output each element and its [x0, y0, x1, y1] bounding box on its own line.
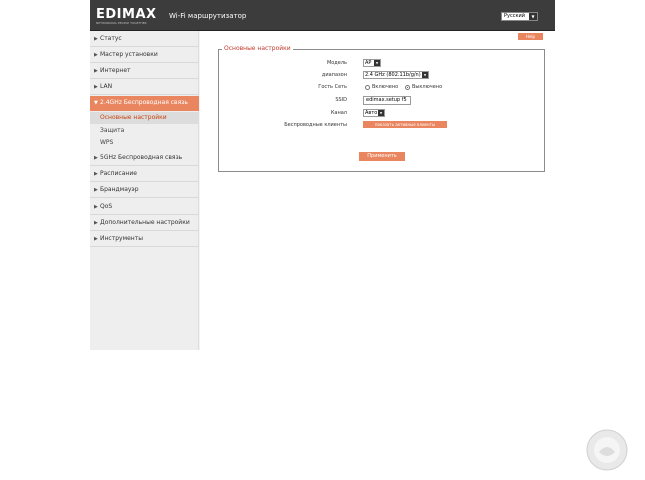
band-label: диапазон	[321, 72, 347, 78]
channel-label: Канал	[330, 110, 347, 116]
channel-value: Авто	[365, 110, 378, 116]
band-value: 2.4 GHz (802.11b/g/n)	[365, 72, 421, 78]
subitem-basic-settings[interactable]: Основные настройки	[90, 112, 199, 124]
sidebar-item-label: 2.4GHz Беспроводная связь	[100, 99, 188, 106]
sidebar-item-qos[interactable]: ▶ QoS	[90, 200, 199, 215]
sidebar-item-label: Брандмауэр	[100, 186, 139, 193]
subitem-security[interactable]: Защита	[90, 125, 199, 137]
sidebar-item-label: Инструменты	[100, 235, 143, 242]
logo-tagline: NETWORKING PEOPLE TOGETHER	[96, 21, 147, 25]
mode-label: Модель	[326, 60, 347, 66]
chevron-right-icon: ▶	[94, 52, 98, 58]
sidebar-item-label: Дополнительные настройки	[100, 219, 190, 226]
sidebar-item-lan[interactable]: ▶ LAN	[90, 80, 199, 95]
help-button[interactable]: Help	[518, 33, 543, 40]
sidebar-item-wireless-5ghz[interactable]: ▶ 5GHz Беспроводная связь	[90, 151, 199, 166]
channel-select[interactable]: Авто ▼	[363, 109, 385, 117]
chevron-right-icon: ▶	[94, 84, 98, 90]
app-title: Wi-Fi маршрутизатор	[169, 12, 247, 20]
content-pane: Help Основные настройки Модель AP ▼ диап…	[200, 31, 555, 350]
chevron-right-icon: ▶	[94, 171, 98, 177]
header-bar: EDIMAX NETWORKING PEOPLE TOGETHER Wi-Fi …	[90, 0, 555, 31]
sidebar-item-wireless-24ghz[interactable]: ▼ 2.4GHz Беспроводная связь	[90, 96, 199, 111]
fieldset-legend: Основные настройки	[222, 45, 293, 52]
show-active-clients-button[interactable]: показать активные клиенты	[363, 121, 447, 128]
sidebar-item-tools[interactable]: ▶ Инструменты	[90, 232, 199, 247]
sidebar-item-label: Статус	[100, 35, 122, 42]
guest-on-radio[interactable]	[365, 85, 370, 90]
sidebar-item-label: LAN	[100, 83, 113, 90]
chevron-down-icon[interactable]: ▼	[529, 13, 537, 20]
sidebar-item-internet[interactable]: ▶ Интернет	[90, 64, 199, 79]
chevron-down-icon: ▼	[422, 72, 428, 78]
sidebar: ▶ Статус ▶ Мастер установки ▶ Интернет ▶…	[90, 31, 199, 350]
chevron-right-icon: ▶	[94, 68, 98, 74]
edimax-logo: EDIMAX NETWORKING PEOPLE TOGETHER	[96, 7, 158, 27]
ssid-input[interactable]: edimax.setup f5	[363, 96, 411, 105]
gecid-watermark-icon	[586, 429, 628, 471]
band-select[interactable]: 2.4 GHz (802.11b/g/n) ▼	[363, 71, 429, 79]
language-select[interactable]: Русский ▼	[501, 12, 538, 21]
guest-on-label: Включено	[372, 84, 399, 90]
sidebar-item-firewall[interactable]: ▶ Брандмауэр	[90, 183, 199, 198]
sidebar-item-label: QoS	[100, 203, 113, 210]
chevron-down-icon: ▼	[378, 110, 384, 116]
wireless-clients-label: Беспроводные клиенты	[284, 122, 347, 128]
subitem-label: Защита	[100, 127, 125, 134]
language-value: Русский	[504, 13, 525, 19]
ssid-label: SSID	[335, 97, 347, 103]
chevron-right-icon: ▶	[94, 155, 98, 161]
chevron-down-icon: ▼	[374, 60, 380, 66]
chevron-right-icon: ▶	[94, 220, 98, 226]
sidebar-item-label: Расписание	[100, 170, 137, 177]
sidebar-item-label: Интернет	[100, 67, 131, 74]
mode-value: AP	[365, 60, 372, 66]
sidebar-item-label: Мастер установки	[100, 51, 158, 58]
chevron-right-icon: ▶	[94, 204, 98, 210]
sidebar-item-setup-wizard[interactable]: ▶ Мастер установки	[90, 48, 199, 63]
guest-network-label: Гость Сеть	[318, 84, 347, 90]
sidebar-item-schedule[interactable]: ▶ Расписание	[90, 167, 199, 182]
chevron-down-icon: ▼	[94, 100, 98, 106]
sidebar-item-label: 5GHz Беспроводная связь	[100, 154, 183, 161]
guest-off-label: Выключено	[412, 84, 443, 90]
subitem-label: Основные настройки	[100, 114, 167, 121]
sidebar-item-status[interactable]: ▶ Статус	[90, 32, 199, 47]
subitem-wps[interactable]: WPS	[90, 137, 199, 149]
sidebar-item-advanced[interactable]: ▶ Дополнительные настройки	[90, 216, 199, 231]
chevron-right-icon: ▶	[94, 36, 98, 42]
apply-button[interactable]: Применить	[359, 152, 405, 161]
basic-settings-fieldset: Основные настройки Модель AP ▼ диапазон …	[218, 45, 545, 172]
chevron-right-icon: ▶	[94, 187, 98, 193]
subitem-label: WPS	[100, 139, 114, 146]
router-admin-window: EDIMAX NETWORKING PEOPLE TOGETHER Wi-Fi …	[90, 0, 555, 350]
mode-select[interactable]: AP ▼	[363, 59, 381, 67]
chevron-right-icon: ▶	[94, 236, 98, 242]
guest-off-radio[interactable]	[405, 85, 410, 90]
logo-text: EDIMAX	[96, 7, 157, 22]
